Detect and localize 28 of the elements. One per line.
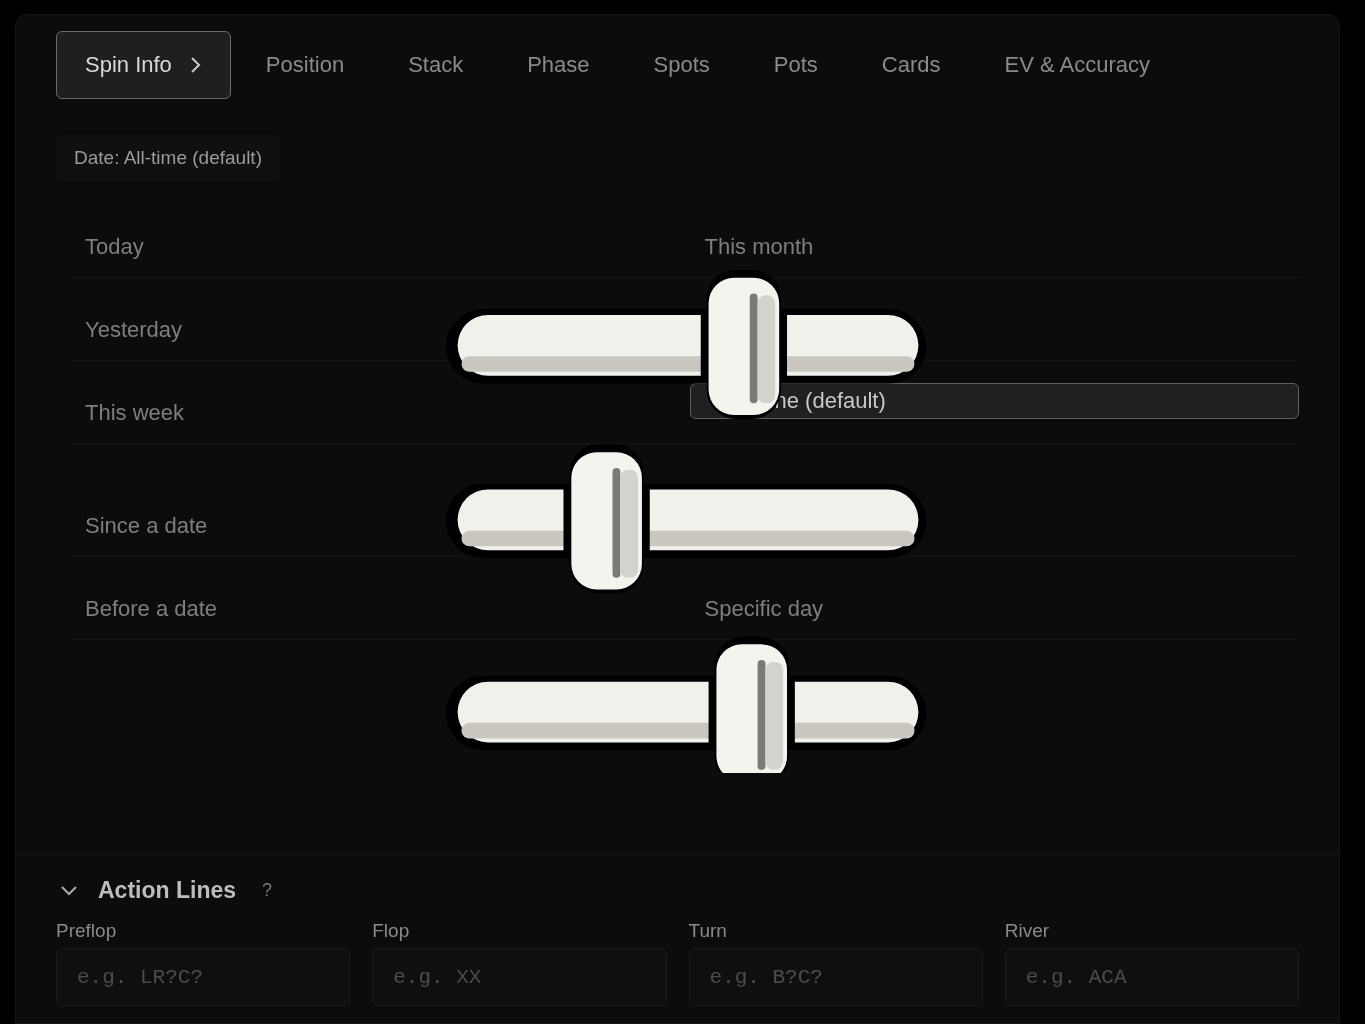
input-field[interactable]: e.g. ACA [1004,948,1299,1006]
tab[interactable]: Position [236,31,374,99]
date-option[interactable]: This month [689,229,829,265]
section-title: Action Lines [98,877,236,904]
tab[interactable]: Phase [498,31,619,99]
field-label: Preflop [56,920,118,942]
input-field[interactable]: e.g. XX [372,948,667,1006]
tab[interactable]: Spots [624,31,739,99]
date-option[interactable]: Since a date [70,508,223,544]
input-field[interactable]: e.g. B?C? [688,948,983,1006]
date-option[interactable]: This week [70,395,200,431]
field-label: River [1004,920,1051,942]
tab[interactable]: EV & Accuracy [975,31,1180,99]
help-icon[interactable]: ? [262,880,273,901]
chevron-right-icon [189,56,202,74]
tab[interactable]: Cards [852,31,970,99]
field-label: Turn [688,920,728,942]
tab[interactable]: Spin Info [56,31,231,99]
date-option[interactable]: Yesterday [70,312,198,348]
date-option[interactable]: Specific day [689,591,839,627]
chevron-icon [60,884,78,897]
tab[interactable]: Pots [744,31,847,99]
input-field[interactable]: e.g. LR?C? [56,948,351,1006]
date-filter-chip[interactable]: Date: All-time (default) [56,135,280,181]
field-label: Flop [372,920,411,942]
date-option[interactable]: Before a date [70,591,233,627]
date-option[interactable]: Today [70,229,159,265]
tab[interactable]: Stack [379,31,493,99]
